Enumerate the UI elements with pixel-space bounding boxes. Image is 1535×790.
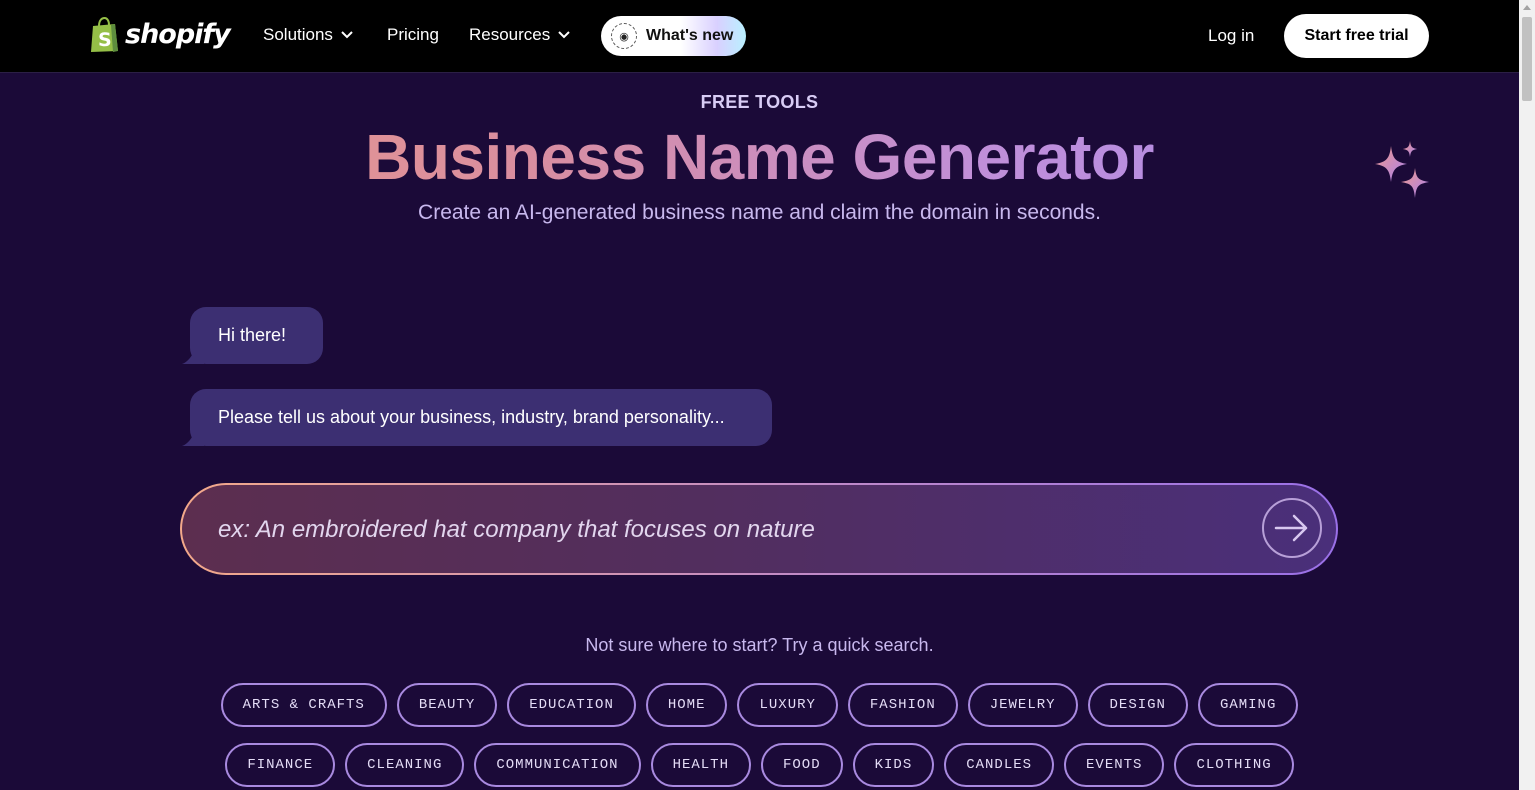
chip-gaming[interactable]: GAMING bbox=[1197, 683, 1299, 727]
arrow-right-icon bbox=[1274, 514, 1308, 542]
chip-cleaning[interactable]: CLEANING bbox=[345, 743, 465, 787]
shopify-logo[interactable]: S shopify bbox=[89, 17, 231, 53]
nav-solutions-label: Solutions bbox=[263, 25, 333, 44]
page-title: Business Name Generator bbox=[0, 120, 1519, 194]
eyebrow-label: FREE TOOLS bbox=[700, 92, 819, 112]
bubble-tail-icon bbox=[182, 348, 204, 364]
nav-resources[interactable]: Resources bbox=[469, 25, 570, 45]
business-description-field bbox=[180, 483, 1338, 575]
logo-wordmark: shopify bbox=[125, 18, 231, 50]
scroll-thumb[interactable] bbox=[1522, 17, 1532, 101]
chip-clothing[interactable]: CLOTHING bbox=[1174, 743, 1294, 787]
top-nav-bar: S shopify Solutions Pricing Resources ◉ … bbox=[0, 0, 1519, 73]
chip-health[interactable]: HEALTH bbox=[650, 743, 751, 787]
business-description-field-inner bbox=[182, 485, 1336, 575]
shopping-bag-icon: S bbox=[91, 17, 118, 52]
chip-education[interactable]: EDUCATION bbox=[507, 683, 636, 727]
page-subtitle: Create an AI-generated business name and… bbox=[418, 201, 1101, 224]
quick-search-label: Not sure where to start? Try a quick sea… bbox=[585, 635, 934, 655]
greeting-text: Hi there! bbox=[218, 325, 287, 345]
chat-bubble-prompt: Please tell us about your business, indu… bbox=[182, 389, 772, 446]
chip-kids[interactable]: KIDS bbox=[852, 743, 935, 787]
chip-home[interactable]: HOME bbox=[645, 683, 728, 727]
chevron-down-icon bbox=[341, 31, 353, 39]
chip-luxury[interactable]: LUXURY bbox=[737, 683, 838, 727]
chip-fashion[interactable]: FASHION bbox=[847, 683, 958, 727]
chip-design[interactable]: DESIGN bbox=[1087, 683, 1188, 727]
nav-pricing[interactable]: Pricing bbox=[387, 25, 439, 45]
chevron-down-icon bbox=[558, 31, 570, 39]
chip-communication[interactable]: COMMUNICATION bbox=[474, 743, 641, 787]
chip-events[interactable]: EVENTS bbox=[1064, 743, 1165, 787]
edition-badge-icon: ◉ bbox=[611, 23, 637, 49]
whats-new-button[interactable]: ◉ What's new bbox=[601, 16, 746, 56]
login-link[interactable]: Log in bbox=[1208, 26, 1254, 46]
quick-search-row-1: ARTS & CRAFTS BEAUTY EDUCATION HOME LUXU… bbox=[0, 683, 1519, 727]
page-scrollbar[interactable] bbox=[1519, 0, 1535, 790]
chat-bubble-greeting: Hi there! bbox=[182, 307, 323, 364]
nav-solutions[interactable]: Solutions bbox=[263, 25, 353, 45]
chip-jewelry[interactable]: JEWELRY bbox=[967, 683, 1078, 727]
nav-pricing-label: Pricing bbox=[387, 25, 439, 44]
whats-new-label: What's new bbox=[646, 27, 734, 44]
quick-search-row-2: FINANCE CLEANING COMMUNICATION HEALTH FO… bbox=[0, 743, 1519, 787]
business-description-input[interactable] bbox=[216, 485, 1250, 575]
nav-resources-label: Resources bbox=[469, 25, 551, 44]
scroll-up-arrow-icon[interactable] bbox=[1523, 5, 1531, 10]
sparkle-icon bbox=[1375, 141, 1429, 198]
submit-button[interactable] bbox=[1262, 498, 1322, 558]
chip-food[interactable]: FOOD bbox=[761, 743, 843, 787]
svg-text:S: S bbox=[98, 29, 112, 51]
chip-candles[interactable]: CANDLES bbox=[944, 743, 1055, 787]
bubble-tail-icon bbox=[182, 430, 204, 446]
chip-beauty[interactable]: BEAUTY bbox=[396, 683, 498, 727]
prompt-message-text: Please tell us about your business, indu… bbox=[218, 407, 725, 427]
chip-finance[interactable]: FINANCE bbox=[225, 743, 336, 787]
chip-arts-crafts[interactable]: ARTS & CRAFTS bbox=[220, 683, 387, 727]
start-free-trial-button[interactable]: Start free trial bbox=[1284, 14, 1429, 58]
